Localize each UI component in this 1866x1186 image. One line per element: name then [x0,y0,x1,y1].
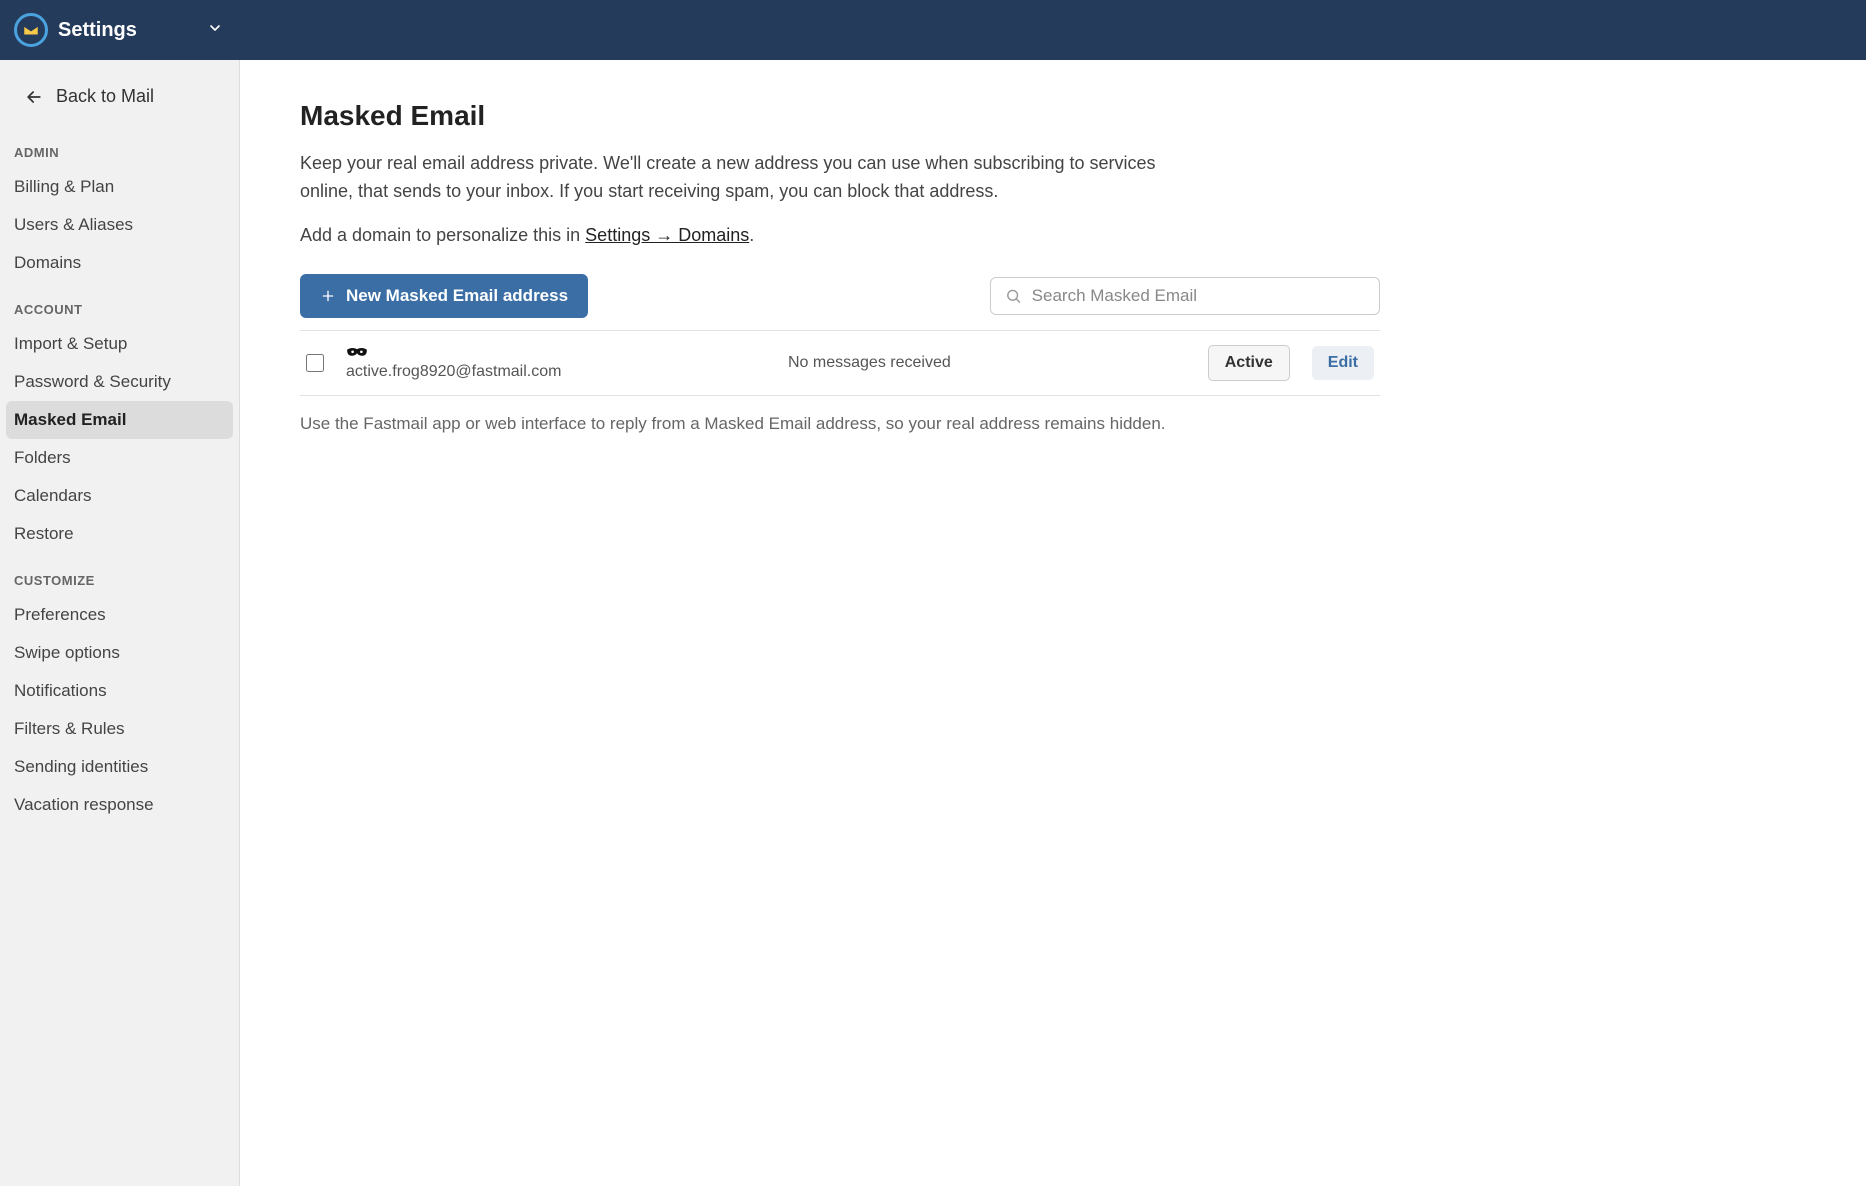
row-msg-status: No messages received [668,354,1186,372]
sidebar-item-notifications[interactable]: Notifications [6,672,233,710]
row-edit-button[interactable]: Edit [1312,346,1374,380]
sidebar-item-calendars[interactable]: Calendars [6,477,233,515]
new-button-label: New Masked Email address [346,286,568,306]
sidebar-item-import[interactable]: Import & Setup [6,325,233,363]
sidebar: Back to Mail ADMIN Billing & Plan Users … [0,60,240,1186]
row-status-chip: Active [1208,345,1290,381]
plus-icon [320,288,336,304]
row-email: active.frog8920@fastmail.com [346,363,646,381]
row-email-cell: active.frog8920@fastmail.com [346,345,646,381]
header-title: Settings [58,19,137,41]
intro-paragraph-2: Add a domain to personalize this in Sett… [300,222,1160,250]
mask-icon [346,345,368,359]
brand: Settings [14,13,137,47]
sidebar-item-password[interactable]: Password & Security [6,363,233,401]
sidebar-item-domains[interactable]: Domains [6,244,233,282]
settings-domains-link[interactable]: Settings → Domains [585,225,749,245]
section-customize-label: CUSTOMIZE [10,553,229,596]
sidebar-item-preferences[interactable]: Preferences [6,596,233,634]
sidebar-item-restore[interactable]: Restore [6,515,233,553]
sidebar-item-sending[interactable]: Sending identities [6,748,233,786]
sidebar-item-billing[interactable]: Billing & Plan [6,168,233,206]
brand-logo [14,13,48,47]
search-icon [1005,287,1022,305]
envelope-icon [22,21,40,39]
row-checkbox[interactable] [306,354,324,372]
sidebar-item-users[interactable]: Users & Aliases [6,206,233,244]
content: Masked Email Keep your real email addres… [240,60,1440,1186]
section-admin-label: ADMIN [10,125,229,168]
intro2-suffix: . [749,225,754,245]
sidebar-item-swipe[interactable]: Swipe options [6,634,233,672]
back-to-mail[interactable]: Back to Mail [10,78,229,125]
sidebar-item-folders[interactable]: Folders [6,439,233,477]
top-bar: Settings [0,0,1866,60]
search-input[interactable] [1032,286,1365,306]
sidebar-item-filters[interactable]: Filters & Rules [6,710,233,748]
masked-email-list: active.frog8920@fastmail.com No messages… [300,330,1380,396]
account-menu-caret[interactable] [207,20,223,41]
page-title: Masked Email [300,100,1380,132]
new-masked-email-button[interactable]: New Masked Email address [300,274,588,318]
chevron-down-icon [207,20,223,36]
section-account-label: ACCOUNT [10,282,229,325]
sidebar-item-masked-email[interactable]: Masked Email [6,401,233,439]
controls-row: New Masked Email address [300,274,1380,318]
back-label: Back to Mail [56,86,154,107]
intro2-prefix: Add a domain to personalize this in [300,225,585,245]
sidebar-item-vacation[interactable]: Vacation response [6,786,233,824]
search-box[interactable] [990,277,1380,315]
masked-email-row: active.frog8920@fastmail.com No messages… [300,331,1380,396]
intro-paragraph-1: Keep your real email address private. We… [300,150,1160,206]
arrow-left-icon [24,87,44,107]
footnote: Use the Fastmail app or web interface to… [300,414,1380,434]
